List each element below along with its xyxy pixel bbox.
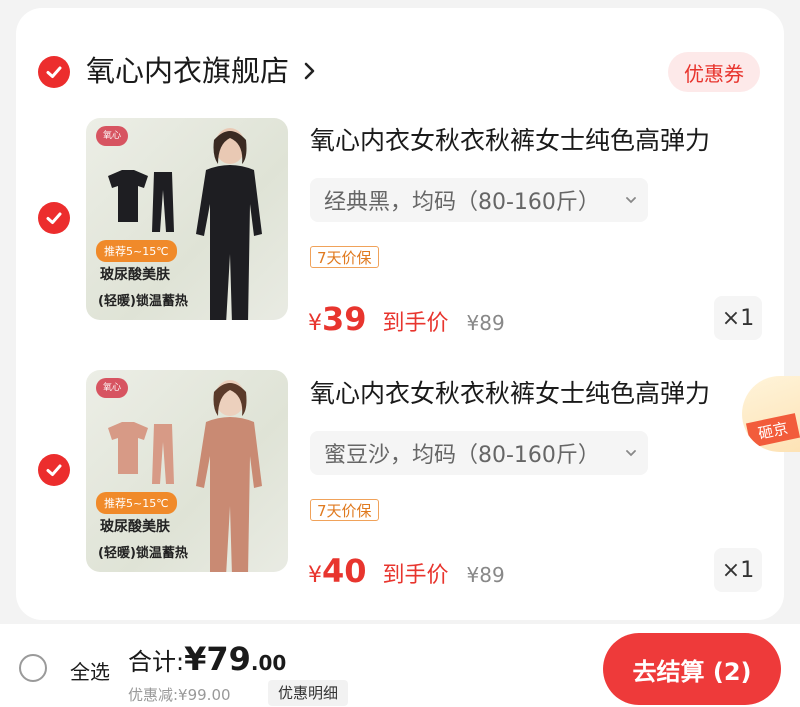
price-row: ¥ 40 到手价 ¥89 bbox=[308, 552, 505, 590]
select-all-label[interactable]: 全选 bbox=[70, 656, 110, 685]
chevron-right-icon bbox=[304, 62, 315, 80]
total-label: 合计: bbox=[128, 648, 185, 676]
price-label: 到手价 bbox=[382, 311, 449, 336]
discount-amount: 优惠减:¥99.00 bbox=[128, 686, 231, 704]
price-value: 40 bbox=[322, 552, 367, 590]
store-name: 氧心内衣旗舰店 bbox=[86, 54, 290, 88]
checkout-button[interactable]: 去结算 (2) bbox=[603, 633, 781, 705]
product-image[interactable]: 氧心 推荐5~15℃ 玻尿酸美肤 (轻暖)锁温蓄热 bbox=[86, 370, 288, 572]
brand-logo: 氧心 bbox=[96, 378, 128, 398]
variant-label: 经典黑，均码（80-160斤） bbox=[324, 190, 600, 215]
total-decimal: .00 bbox=[250, 651, 287, 675]
coupon-button[interactable]: 优惠券 bbox=[668, 52, 760, 92]
store-name-link[interactable]: 氧心内衣旗舰店 bbox=[86, 51, 317, 91]
model-illustration bbox=[196, 128, 262, 320]
select-all-checkbox[interactable] bbox=[19, 654, 47, 682]
product-title[interactable]: 氧心内衣女秋衣秋裤女士纯色高弹力 bbox=[310, 377, 710, 411]
store-checkbox[interactable] bbox=[38, 56, 70, 88]
product-image[interactable]: 氧心 推荐5~15℃ 玻尿酸美肤 (轻暖)锁温蓄热 bbox=[86, 118, 288, 320]
check-icon bbox=[46, 464, 62, 476]
chevron-down-icon bbox=[626, 197, 636, 204]
quantity-selector[interactable]: ×1 bbox=[714, 548, 762, 592]
quantity-selector[interactable]: ×1 bbox=[714, 296, 762, 340]
price-currency: ¥ bbox=[308, 563, 322, 588]
total-integer: ¥79 bbox=[184, 640, 251, 678]
variant-label: 蜜豆沙，均码（80-160斤） bbox=[324, 443, 600, 468]
price-guarantee-tag: 7天价保 bbox=[310, 246, 379, 268]
price-label: 到手价 bbox=[382, 563, 449, 588]
price-row: ¥ 39 到手价 ¥89 bbox=[308, 300, 505, 338]
model-illustration bbox=[196, 380, 262, 572]
brand-logo: 氧心 bbox=[96, 126, 128, 146]
item-checkbox[interactable] bbox=[38, 202, 70, 234]
promo-badge-label: 砸京 bbox=[745, 413, 800, 448]
original-price: ¥89 bbox=[466, 311, 505, 335]
garment-set-illustration bbox=[108, 422, 174, 484]
garment-set-illustration bbox=[108, 170, 174, 232]
product-title[interactable]: 氧心内衣女秋衣秋裤女士纯色高弹力 bbox=[310, 124, 710, 158]
check-icon bbox=[46, 212, 62, 224]
check-icon bbox=[46, 66, 62, 78]
image-feature-1: 玻尿酸美肤 bbox=[100, 519, 170, 535]
image-badge: 推荐5~15℃ bbox=[96, 240, 177, 262]
price-guarantee-tag: 7天价保 bbox=[310, 499, 379, 521]
price-value: 39 bbox=[322, 300, 367, 338]
total-amount: 合计: ¥79 .00 bbox=[128, 640, 286, 678]
item-checkbox[interactable] bbox=[38, 454, 70, 486]
variant-selector[interactable]: 经典黑，均码（80-160斤） bbox=[310, 178, 648, 222]
image-feature-1: 玻尿酸美肤 bbox=[100, 267, 170, 283]
price-currency: ¥ bbox=[308, 311, 322, 336]
chevron-down-icon bbox=[626, 450, 636, 457]
original-price: ¥89 bbox=[466, 563, 505, 587]
variant-selector[interactable]: 蜜豆沙，均码（80-160斤） bbox=[310, 431, 648, 475]
discount-detail-button[interactable]: 优惠明细 bbox=[268, 680, 349, 706]
image-badge: 推荐5~15℃ bbox=[96, 492, 177, 514]
